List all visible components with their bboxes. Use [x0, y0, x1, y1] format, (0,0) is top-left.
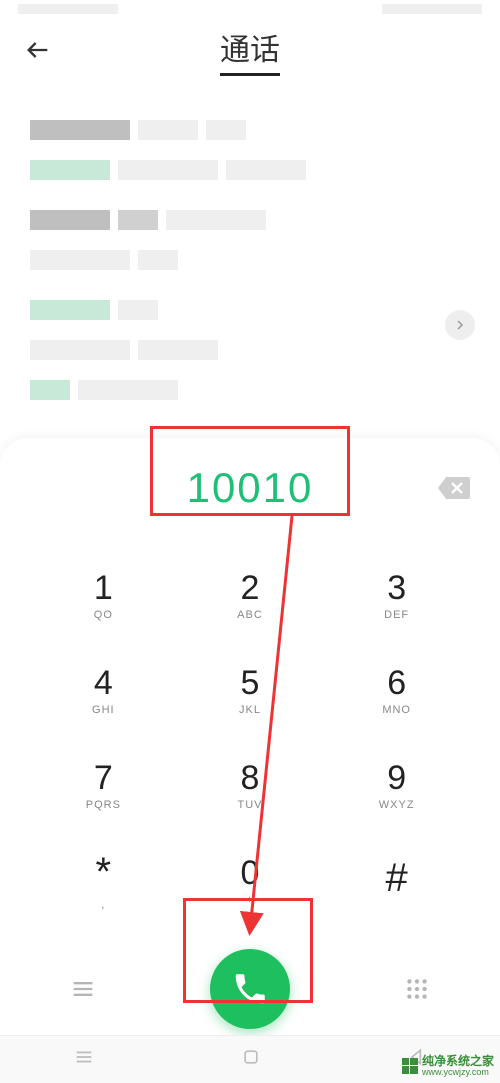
- call-button[interactable]: [210, 949, 290, 1029]
- menu-icon: [73, 1046, 95, 1068]
- key-2[interactable]: 2ABC: [177, 548, 324, 643]
- square-icon: [241, 1047, 261, 1067]
- key-5[interactable]: 5JKL: [177, 643, 324, 738]
- watermark-line2: www.ycwjzy.com: [422, 1068, 494, 1077]
- watermark-line1: 纯净系统之家: [422, 1055, 494, 1068]
- menu-icon: [69, 975, 97, 1003]
- arrow-left-icon: [24, 36, 52, 64]
- call-list: [0, 110, 500, 440]
- grid-icon: [404, 976, 430, 1002]
- key-7[interactable]: 7PQRS: [30, 738, 177, 833]
- keypad-toggle-button[interactable]: [333, 976, 500, 1002]
- key-8[interactable]: 8TUV: [177, 738, 324, 833]
- backspace-icon: [436, 475, 470, 501]
- key-4[interactable]: 4GHI: [30, 643, 177, 738]
- app-header: 通话: [0, 0, 500, 100]
- dialer-panel: 10010 1QO 2ABC 3DEF 4GHI 5JKL 6MNO 7PQRS…: [0, 438, 500, 1035]
- key-9[interactable]: 9WXYZ: [323, 738, 470, 833]
- page-title: 通话: [220, 25, 280, 76]
- back-button[interactable]: [18, 30, 58, 70]
- watermark-logo-icon: [402, 1058, 418, 1074]
- nav-home[interactable]: [241, 1047, 261, 1072]
- key-0[interactable]: 0+: [177, 833, 324, 928]
- dialed-number-area: 10010: [0, 438, 500, 538]
- key-hash[interactable]: #: [323, 833, 470, 928]
- watermark: 纯净系统之家 www.ycwjzy.com: [402, 1055, 494, 1077]
- key-3[interactable]: 3DEF: [323, 548, 470, 643]
- phone-icon: [231, 970, 269, 1008]
- backspace-button[interactable]: [436, 475, 470, 501]
- action-row: [0, 934, 500, 1044]
- dialed-number: 10010: [187, 464, 314, 512]
- key-1[interactable]: 1QO: [30, 548, 177, 643]
- menu-button[interactable]: [0, 975, 167, 1003]
- chevron-right-icon[interactable]: [445, 310, 475, 340]
- keypad: 1QO 2ABC 3DEF 4GHI 5JKL 6MNO 7PQRS 8TUV …: [0, 538, 500, 928]
- key-star[interactable]: *,: [30, 833, 177, 928]
- nav-recents[interactable]: [73, 1046, 95, 1073]
- key-6[interactable]: 6MNO: [323, 643, 470, 738]
